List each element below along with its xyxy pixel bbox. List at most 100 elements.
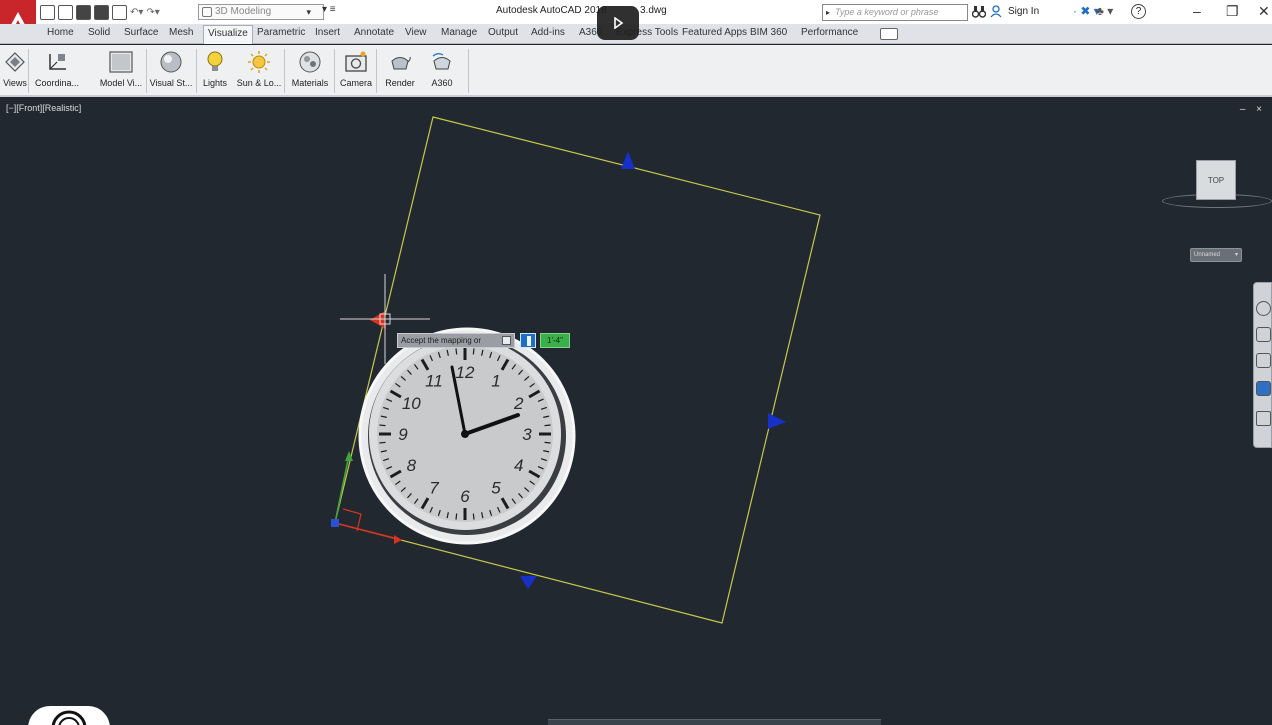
visual-styles-icon [160,51,182,73]
pan-hand-icon[interactable] [1256,327,1271,342]
binoculars-icon[interactable] [972,5,986,18]
clock-minute-tick [544,424,551,427]
wall-clock-model: 12 12 3 45 6 78 9 1011 [358,327,576,545]
tab-output[interactable]: Output [488,27,518,38]
tab-surface[interactable]: Surface [124,27,158,38]
tab-performance[interactable]: Performance [801,27,858,38]
tab-add-ins[interactable]: Add-ins [531,27,565,38]
zoom-extents-icon[interactable] [1256,353,1271,368]
clock-numeral: 1 [491,371,500,390]
video-play-button[interactable] [597,6,639,40]
dynamic-input-prompt-text: Accept the mapping or [401,336,482,345]
search-arrow-icon: ▸ [826,8,831,17]
wcs-dropdown[interactable]: Unnamed ▾ [1190,248,1242,262]
tab-view[interactable]: View [405,27,427,38]
a360-icon[interactable]: ♣ ▾ [1096,4,1113,18]
tab-featured-apps[interactable]: Featured Apps [682,27,747,38]
visual-styles-button[interactable]: Visual St... [148,49,194,95]
gear-icon [202,7,212,17]
lights-button[interactable]: Lights [200,49,230,95]
save-icon[interactable] [76,4,91,20]
ribbon-panel: Views Coordina... Model Vi... Visual St.… [0,45,1272,97]
minimize-button[interactable]: – [1193,3,1201,19]
mapping-grip-bottom[interactable] [520,576,537,589]
tab-visualize[interactable]: Visualize [203,25,253,44]
render-button[interactable]: Render [380,49,420,95]
sun-location-button[interactable]: Sun & Lo... [236,49,282,95]
close-button[interactable]: ✕ [1258,3,1270,20]
views-icon [5,52,25,72]
workspace-dropdown[interactable]: 3D Modeling ▾ [198,4,324,20]
workspace-value: 3D Modeling [215,6,272,17]
model-viewports-button[interactable]: Model Vi... [96,49,146,95]
mapping-grip-top[interactable] [621,151,635,169]
tab-manage[interactable]: Manage [441,27,477,38]
title-bar: ↶▾ ↷▾ 3D Modeling ▾ ▾ ≡ Autodesk AutoCAD… [0,0,1272,44]
light-bulb-icon [207,51,223,71]
teapot-render-icon [391,56,411,70]
chevron-down-icon: ▾ [1234,252,1238,258]
tab-annotate[interactable]: Annotate [354,27,394,38]
redo-icon[interactable]: ↷▾ [146,7,159,18]
command-line[interactable] [548,719,881,725]
camera-button[interactable]: Camera [338,49,374,95]
views-button[interactable]: Views [3,49,27,95]
play-icon [614,17,624,29]
clock-minute-tick [544,441,551,444]
model-viewports-label: Model Vi... [99,78,143,88]
clock-numeral: 7 [429,479,439,498]
tab-solid[interactable]: Solid [88,27,110,38]
dynamic-input-prompt: Accept the mapping or [397,333,515,348]
undo-icon[interactable]: ↶▾ [130,7,143,18]
user-icon[interactable] [990,5,1002,18]
chevron-down-icon: ▾ [306,7,311,17]
customize-qat-icon[interactable]: ▾ ≡ [322,4,336,15]
navigation-bar [1253,282,1272,448]
orbit-icon[interactable] [1256,381,1271,396]
restore-button[interactable]: ❐ [1226,3,1239,20]
tab-insert[interactable]: Insert [315,27,340,38]
clock-numeral: 4 [514,456,523,475]
options-dropdown-icon[interactable] [502,336,511,345]
materials-label: Materials [291,78,329,88]
a360-render-button[interactable]: A360 [426,49,458,95]
tab-home[interactable]: Home [47,27,74,38]
model-space[interactable]: 12 12 3 45 6 78 9 1011 [0,99,1272,725]
sign-in-link[interactable]: Sign In [1008,6,1039,17]
save-as-icon[interactable] [94,4,109,20]
logo-mark-icon [51,710,87,725]
camera-label: Camera [339,78,372,88]
print-icon[interactable] [112,4,127,20]
clock-numeral: 10 [402,394,421,413]
mapping-grip-right[interactable] [768,413,786,429]
tab-parametric[interactable]: Parametric [257,27,305,38]
coordinates-button[interactable]: Coordina... [32,49,82,95]
materials-icon [299,51,321,73]
clock-numeral: 9 [398,425,408,444]
help-icon[interactable]: ? [1131,4,1146,19]
search-input[interactable]: ▸ Type a keyword or phrase [822,4,968,21]
clock-minute-tick [472,513,475,520]
open-file-icon[interactable] [58,4,73,20]
clock-numeral: 2 [513,394,524,413]
tab-bim-360[interactable]: BIM 360 [750,27,787,38]
viewcube-top-face[interactable]: TOP [1196,160,1236,200]
sun-icon [248,51,270,73]
new-file-icon[interactable] [40,4,55,20]
wcs-value: Unnamed [1194,252,1221,258]
lights-label: Lights [202,78,228,88]
clock-numeral: 5 [491,479,501,498]
showmotion-icon[interactable] [1256,411,1271,426]
steering-wheel-icon[interactable] [1256,301,1271,316]
dynamic-input-value[interactable]: 1'-4" [540,333,570,348]
clock-minute-tick [379,441,386,444]
materials-button[interactable]: Materials [288,49,332,95]
render-label: Render [385,78,415,88]
a360-label: A360 [431,78,453,88]
clock-minute-tick [379,424,386,427]
dynamic-input-field[interactable] [520,333,536,348]
ribbon-overflow-icon[interactable] [880,28,898,40]
tab-mesh[interactable]: Mesh [169,27,193,38]
document-file-name: 3.dwg [640,5,667,16]
cloud-render-icon [432,53,451,70]
